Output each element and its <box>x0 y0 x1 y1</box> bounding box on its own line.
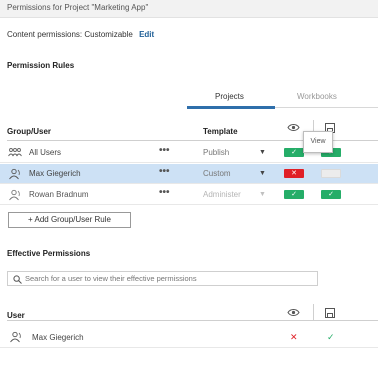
save-icon <box>325 308 335 318</box>
view-tooltip: View <box>303 131 333 153</box>
edit-link[interactable]: Edit <box>139 30 154 39</box>
rule-row-name: Max Giegerich <box>29 169 81 178</box>
effective-permissions-heading: Effective Permissions <box>7 249 91 258</box>
view-capability-allow[interactable]: ✓ <box>284 190 304 199</box>
active-tab-indicator <box>187 106 275 109</box>
user-column-header: User <box>7 311 25 320</box>
window-titlebar: Permissions for Project "Marketing App" <box>0 0 378 18</box>
tab-projects[interactable]: Projects <box>215 92 244 101</box>
eye-icon <box>287 309 300 316</box>
user-icon <box>10 331 21 343</box>
save-capability-allow[interactable]: ✓ <box>321 190 341 199</box>
template-select-value[interactable]: Publish <box>203 148 229 157</box>
permission-tabs: Projects Workbooks <box>187 88 378 109</box>
save-effective-allowed: ✓ <box>327 332 335 342</box>
more-options-button[interactable]: ••• <box>159 187 170 198</box>
window-title: Permissions for Project "Marketing App" <box>7 3 149 12</box>
user-icon <box>9 168 20 180</box>
more-options-button[interactable]: ••• <box>159 145 170 156</box>
template-select-value[interactable]: Custom <box>203 169 231 178</box>
rule-row-name: All Users <box>29 148 62 157</box>
effective-row-name: Max Giegerich <box>32 333 84 342</box>
add-group-user-rule-button[interactable]: + Add Group/User Rule <box>8 212 131 228</box>
chevron-down-icon[interactable]: ▼ <box>259 149 266 156</box>
user-search-box <box>7 271 318 286</box>
effective-header-divider <box>7 320 378 321</box>
capability-column-divider <box>313 304 314 320</box>
rule-row-max-giegerich[interactable]: Max Giegerich ••• Custom ▼ ✕ <box>0 164 378 184</box>
search-icon <box>13 275 22 284</box>
user-search-input[interactable] <box>25 273 315 284</box>
effective-row-max-giegerich: Max Giegerich ✕ ✓ <box>0 326 378 348</box>
save-capability-unset[interactable] <box>321 169 341 178</box>
tab-workbooks[interactable]: Workbooks <box>297 92 337 101</box>
template-column-header: Template <box>203 127 238 136</box>
group-icon <box>8 148 22 157</box>
rule-row-rowan-bradnum[interactable]: Rowan Bradnum ••• Administer ▼ ✓ ✓ <box>0 185 378 205</box>
chevron-down-icon[interactable]: ▼ <box>259 170 266 177</box>
eye-icon <box>287 124 300 131</box>
rule-row-name: Rowan Bradnum <box>29 190 89 199</box>
more-options-button[interactable]: ••• <box>159 166 170 177</box>
permission-rules-heading: Permission Rules <box>7 61 75 70</box>
view-effective-denied: ✕ <box>290 332 298 342</box>
template-select-value[interactable]: Administer <box>203 190 241 199</box>
group-user-column-header: Group/User <box>7 127 52 136</box>
content-permissions-line: Content permissions: Customizable Edit <box>7 30 154 39</box>
view-capability-deny[interactable]: ✕ <box>284 169 304 178</box>
chevron-down-icon[interactable]: ▼ <box>259 191 266 198</box>
content-permissions-label: Content permissions: Customizable <box>7 30 133 39</box>
user-icon <box>9 189 20 201</box>
view-capability-allow[interactable]: ✓ <box>284 148 304 157</box>
